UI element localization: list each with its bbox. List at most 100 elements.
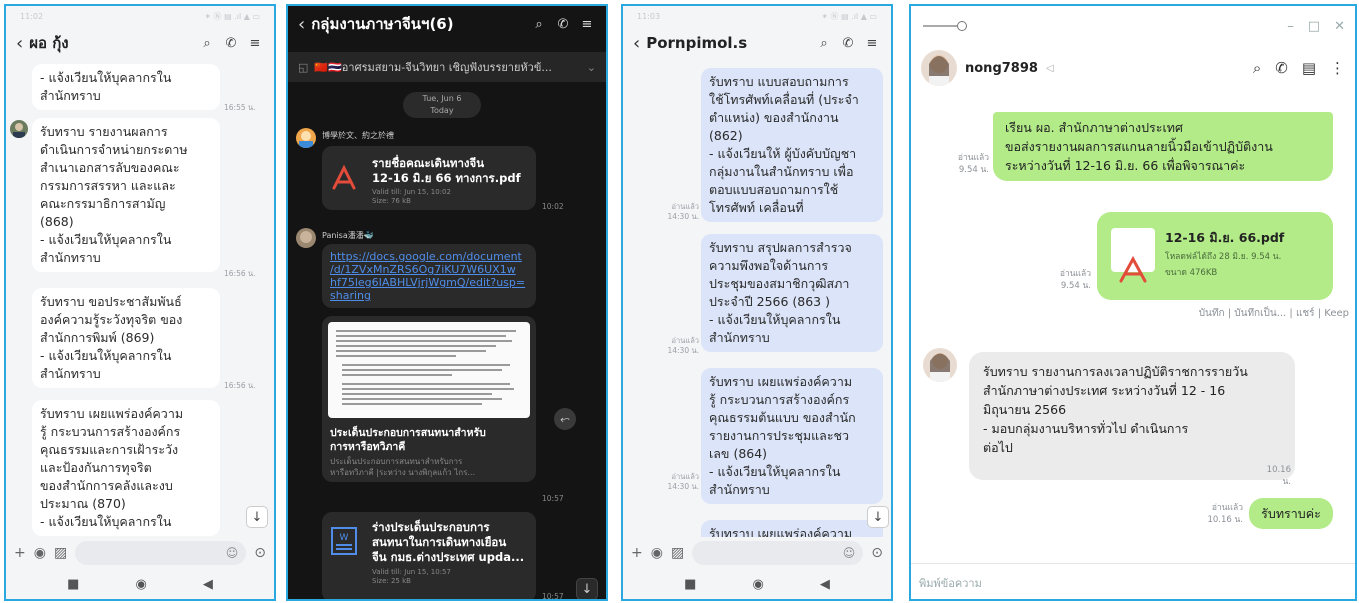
menu-icon[interactable]: ≡ bbox=[246, 36, 264, 51]
opacity-slider[interactable] bbox=[923, 21, 967, 31]
message-time: 10.16 น. bbox=[1266, 465, 1291, 487]
pdf-icon bbox=[332, 164, 356, 190]
sent-message-bubble[interactable]: รับทราบค่ะ bbox=[1249, 498, 1333, 529]
message-time: 16:55 น. bbox=[224, 103, 256, 112]
message-list: - แจ้งเวียนให้บุคลากรใน สำนักทราบ 16:55 … bbox=[6, 60, 274, 537]
date-separator: Tue, Jun 6 Today bbox=[403, 92, 481, 118]
file-meta: Valid till: Jun 15, 10:02 Size: 76 kB bbox=[372, 188, 451, 205]
status-icons: ✶ Ⓝ ▤ .ıl ▲ ▭ bbox=[821, 11, 877, 21]
chat-header: ‹ Pornpimol.s ⌕ ✆ ≡ bbox=[623, 26, 891, 60]
menu-icon[interactable]: ≡ bbox=[578, 17, 596, 32]
back-icon[interactable]: ◀ bbox=[820, 577, 830, 592]
sent-message-bubble[interactable]: เรียน ผอ. สำนักภาษาต่างประเทศ ขอส่งรายงา… bbox=[993, 112, 1333, 181]
document-thumbnail bbox=[336, 330, 516, 405]
sent-message-bubble[interactable]: รับทราบ เผยแพร่องค์ความ bbox=[701, 520, 883, 537]
share-icon[interactable]: ⬿ bbox=[554, 408, 576, 430]
sender-avatar[interactable] bbox=[296, 128, 316, 148]
message-list: รับทราบ แบบสอบถามการ ใช้โทรศัพท์เคลื่อนท… bbox=[623, 60, 891, 537]
more-icon[interactable]: ⋮ bbox=[1330, 59, 1345, 77]
image-icon[interactable]: ▨ bbox=[671, 545, 684, 561]
file-bubble[interactable]: 12-16 มิ.ย. 66.pdf โหลดฟล์ได้ถึง 28 มิ.ย… bbox=[1097, 212, 1333, 300]
message-bubble[interactable]: รับทราบ เผยแพร่องค์ความ รู้ กระบวนการสร้… bbox=[32, 400, 220, 536]
message-time: 10:57 bbox=[542, 494, 564, 503]
message-input[interactable]: ☺ bbox=[75, 541, 247, 565]
phone-icon[interactable]: ✆ bbox=[1275, 59, 1288, 77]
back-icon[interactable]: ◀ bbox=[203, 577, 213, 592]
search-icon[interactable]: ⌕ bbox=[815, 36, 833, 51]
minimize-icon[interactable]: – bbox=[1287, 19, 1294, 34]
status-time: 11:02 bbox=[20, 11, 44, 21]
received-message-bubble[interactable]: รับทราบ รายงานการลงเวลาปฏิบัติราชการรายว… bbox=[969, 352, 1295, 480]
link-preview-card[interactable]: ประเด็นประกอบการสนทนาสำหรับ การหารือทวิภ… bbox=[322, 316, 536, 482]
recents-icon[interactable]: ■ bbox=[67, 577, 79, 592]
home-icon[interactable]: ◉ bbox=[752, 577, 763, 592]
camera-icon[interactable]: ◉ bbox=[651, 545, 663, 561]
sent-message-bubble[interactable]: รับทราบ เผยแพร่องค์ความ รู้ กระบวนการสร้… bbox=[701, 368, 883, 504]
file-card[interactable]: รายชื่อคณะเดินทางจีน 12-16 มิ.ย 66 ทางกา… bbox=[322, 146, 536, 210]
message-input[interactable]: พิมพ์ข้อความ bbox=[911, 563, 1355, 599]
message-bubble[interactable]: รับทราบ รายงานผลการ ดำเนินการจำหน่ายกระด… bbox=[32, 118, 220, 272]
file-name: รายชื่อคณะเดินทางจีน 12-16 มิ.ย 66 ทางกา… bbox=[372, 156, 521, 185]
file-card[interactable]: W ร่างประเด็นประกอบการ สนทนาในการเดินทาง… bbox=[322, 512, 536, 599]
contact-avatar[interactable] bbox=[923, 348, 957, 382]
android-nav-bar: ■ ◉ ◀ bbox=[6, 569, 274, 599]
mic-icon[interactable]: ⊙ bbox=[871, 545, 883, 561]
sent-message-bubble[interactable]: รับทราบ สรุปผลการสำรวจ ความพึงพอใจด้านกา… bbox=[701, 234, 883, 352]
document-link[interactable]: https://docs.google.com/document /d/1ZVx… bbox=[330, 250, 534, 302]
contact-avatar[interactable] bbox=[921, 50, 957, 86]
search-icon[interactable]: ⌕ bbox=[530, 17, 548, 32]
message-bubble[interactable]: รับทราบ ขอประชาสัมพันธ์ องค์ความรู้ระวัง… bbox=[32, 288, 220, 388]
maximize-icon[interactable]: □ bbox=[1308, 19, 1320, 34]
message-bubble[interactable]: - แจ้งเวียนให้บุคลากรใน สำนักทราบ bbox=[32, 64, 220, 110]
read-receipt: อ่านแล้ว 9.54 น. bbox=[933, 152, 989, 176]
close-icon[interactable]: ✕ bbox=[1334, 19, 1345, 34]
notes-icon[interactable]: ▤ bbox=[1302, 59, 1316, 77]
read-label: อ่านแล้ว bbox=[1059, 269, 1091, 279]
menu-icon[interactable]: ≡ bbox=[863, 36, 881, 51]
sender-avatar[interactable] bbox=[10, 120, 28, 138]
megaphone-icon: ◱ bbox=[298, 60, 309, 74]
back-arrow-icon[interactable]: ‹ bbox=[298, 14, 305, 35]
phone-icon[interactable]: ✆ bbox=[222, 36, 240, 51]
message-time: 14:30 น. bbox=[667, 482, 699, 491]
read-receipt: อ่านแล้ว 10.16 น. bbox=[1181, 502, 1243, 526]
input-bar: + ◉ ▨ ☺ ⊙ bbox=[623, 537, 891, 569]
window-titlebar: – □ ✕ bbox=[911, 6, 1355, 46]
chat-panel-3: 11:03 ✶ Ⓝ ▤ .ıl ▲ ▭ ‹ Pornpimol.s ⌕ ✆ ≡ … bbox=[621, 4, 893, 601]
chevron-down-icon[interactable]: ⌄ bbox=[587, 61, 596, 74]
emoji-icon[interactable]: ☺ bbox=[843, 546, 856, 560]
link-message[interactable]: https://docs.google.com/document /d/1ZVx… bbox=[322, 244, 536, 308]
back-arrow-icon[interactable]: ‹ bbox=[16, 33, 23, 54]
file-actions[interactable]: บันทึก | บันทึกเป็น... | แชร์ | Keep bbox=[1111, 306, 1349, 321]
scroll-down-button[interactable]: ↓ bbox=[576, 578, 598, 599]
scroll-down-button[interactable]: ↓ bbox=[867, 506, 889, 528]
message-time: 16:56 น. bbox=[224, 269, 256, 278]
phone-icon[interactable]: ✆ bbox=[554, 17, 572, 32]
phone-icon[interactable]: ✆ bbox=[839, 36, 857, 51]
read-receipt: อ่านแล้ว 9.54 น. bbox=[1031, 268, 1091, 292]
plus-icon[interactable]: + bbox=[14, 545, 26, 561]
back-arrow-icon[interactable]: ‹ bbox=[633, 33, 640, 54]
status-icons: ✶ Ⓝ ▤ .ıl ▲ ▭ bbox=[204, 11, 260, 21]
emoji-icon[interactable]: ☺ bbox=[226, 546, 239, 560]
read-receipt: อ่านแล้ว 14:30 น. bbox=[657, 336, 699, 356]
scroll-down-button[interactable]: ↓ bbox=[246, 506, 268, 528]
desktop-chat-window: – □ ✕ nong7898 ◁ ⌕ ✆ ▤ ⋮ เรียน ผอ. สำนัก… bbox=[909, 4, 1357, 601]
plus-icon[interactable]: + bbox=[631, 545, 643, 561]
camera-icon[interactable]: ◉ bbox=[34, 545, 46, 561]
search-icon[interactable]: ⌕ bbox=[198, 36, 216, 51]
sender-avatar[interactable] bbox=[296, 228, 316, 248]
recents-icon[interactable]: ■ bbox=[684, 577, 696, 592]
search-icon[interactable]: ⌕ bbox=[1253, 59, 1261, 77]
message-time: 9.54 น. bbox=[1060, 281, 1091, 291]
chat-title: Pornpimol.s bbox=[646, 34, 748, 52]
pdf-icon-box bbox=[1111, 228, 1155, 283]
announcement-text: 🇨🇳🇹🇭อาศรมสยาม-จีนวิทยา เชิญฟังบรรยายหัวข… bbox=[314, 61, 552, 74]
sent-message-bubble[interactable]: รับทราบ แบบสอบถามการ ใช้โทรศัพท์เคลื่อนท… bbox=[701, 68, 883, 222]
pdf-icon bbox=[1119, 255, 1147, 283]
message-input[interactable]: ☺ bbox=[692, 541, 864, 565]
image-icon[interactable]: ▨ bbox=[54, 545, 67, 561]
home-icon[interactable]: ◉ bbox=[135, 577, 146, 592]
announcement-bar[interactable]: ◱ 🇨🇳🇹🇭อาศรมสยาม-จีนวิทยา เชิญฟังบรรยายหั… bbox=[288, 52, 606, 82]
mic-icon[interactable]: ⊙ bbox=[254, 545, 266, 561]
